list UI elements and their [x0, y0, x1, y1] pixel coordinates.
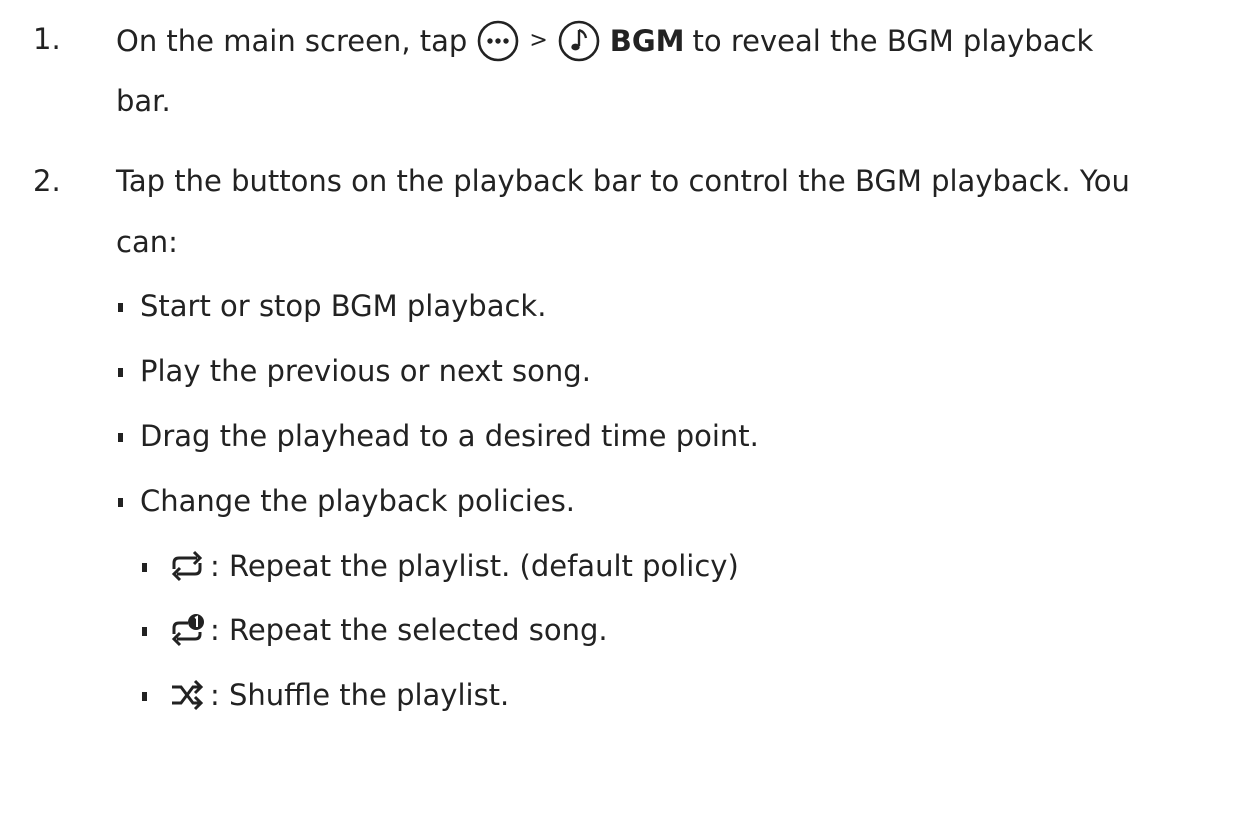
policy-item: : Repeat the playlist. (default policy) — [168, 546, 739, 586]
bullet-text: Start or stop BGM playback. — [140, 289, 547, 323]
bullet-item: Change the playback policies. — [140, 481, 575, 521]
step-1-line-1: On the main screen, tap > BGM to reveal … — [116, 19, 1093, 63]
bullet-text: Change the playback policies. — [140, 484, 576, 518]
policy-text: : Shuffle the playlist. — [210, 678, 510, 712]
step-1-line-2: bar. — [116, 81, 171, 121]
bullet-item: Start or stop BGM playback. — [140, 286, 546, 326]
step-2-line-1: Tap the buttons on the playback bar to c… — [116, 161, 1130, 201]
bullet-item: Drag the playhead to a desired time poin… — [140, 416, 759, 456]
bullet-marker — [118, 368, 123, 377]
step-2-text-cont: can: — [116, 225, 178, 259]
policy-text: : Repeat the playlist. (default policy) — [210, 549, 739, 583]
step-1-bold-bgm: BGM — [609, 24, 685, 58]
instruction-document: 1. On the main screen, tap > BGM to reve… — [0, 0, 1239, 840]
policy-item: : Shuffle the playlist. — [168, 675, 509, 715]
bullet-text: Play the previous or next song. — [140, 354, 591, 388]
policy-text: : Repeat the selected song. — [210, 613, 608, 647]
shuffle-icon — [168, 678, 206, 712]
more-options-icon — [476, 19, 520, 63]
bullet-marker — [118, 498, 123, 507]
repeat-all-icon — [168, 549, 206, 583]
step-1-text-cont: bar. — [116, 84, 171, 118]
step-2-number: 2. — [33, 164, 61, 198]
sub-bullet-marker — [142, 692, 147, 701]
bullet-item: Play the previous or next song. — [140, 351, 591, 391]
step-1-text-b: to reveal the BGM playback — [692, 24, 1094, 58]
repeat-one-icon — [168, 613, 206, 647]
step-2-text: Tap the buttons on the playback bar to c… — [116, 164, 1130, 198]
step-2-line-2: can: — [116, 222, 178, 262]
music-note-icon — [557, 19, 601, 63]
step-1-text-a: On the main screen, tap — [116, 24, 468, 58]
sub-bullet-marker — [142, 563, 147, 572]
bullet-text: Drag the playhead to a desired time poin… — [140, 419, 759, 453]
step-1-number: 1. — [33, 22, 61, 56]
step-1-separator: > — [529, 28, 548, 53]
policy-item: : Repeat the selected song. — [168, 610, 608, 650]
bullet-marker — [118, 433, 123, 442]
sub-bullet-marker — [142, 627, 147, 636]
bullet-marker — [118, 303, 123, 312]
